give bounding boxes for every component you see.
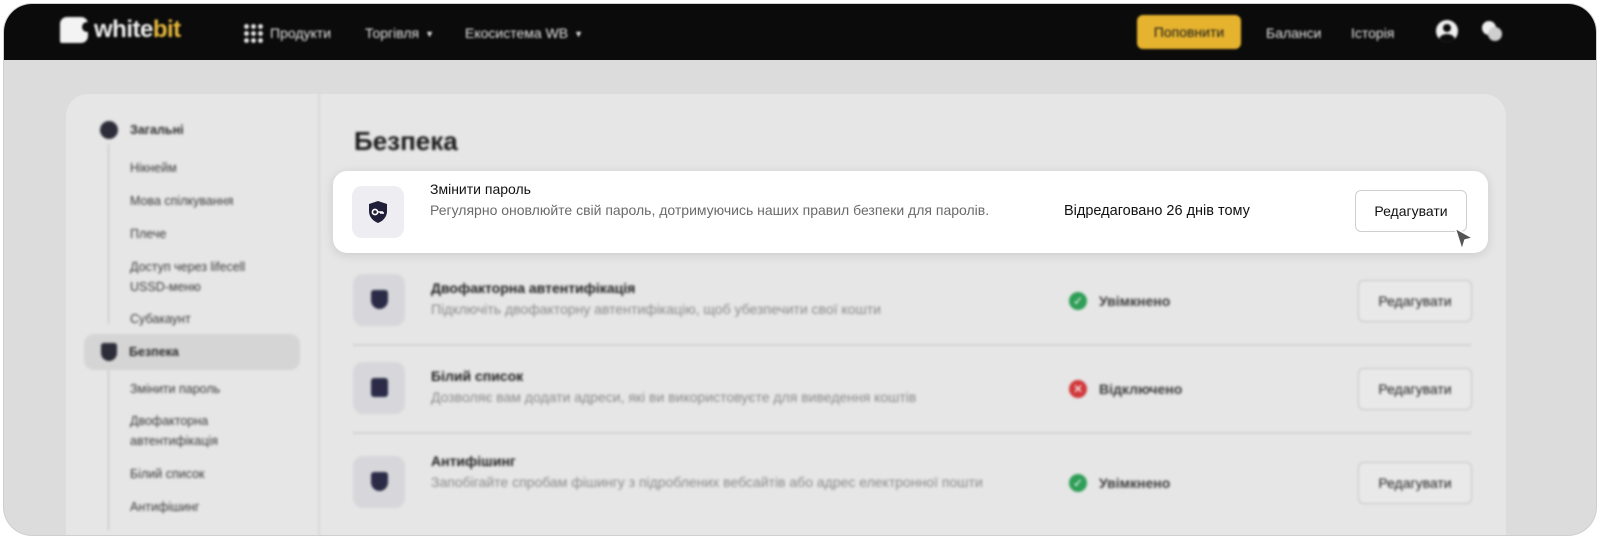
row-divider [353, 344, 1471, 346]
sidebar-tree-line [108, 370, 109, 530]
row-description: Дозволяє вам додати адреси, які ви викор… [431, 389, 917, 405]
user-profile-icon[interactable] [1436, 20, 1458, 42]
sidebar-item-change-password[interactable]: Змінити пароль [130, 379, 280, 399]
nav-balances[interactable]: Баланси [1266, 25, 1321, 41]
password-key-icon [352, 186, 404, 238]
sidebar-item-lifecell-ussd[interactable]: Доступ через lifecell USSD-меню [130, 257, 280, 297]
status-disabled: ✕ Відключено [1069, 380, 1182, 398]
sidebar-tree-line [108, 144, 109, 324]
sidebar-item-nickname[interactable]: Нікнейм [130, 158, 280, 178]
row-description: Підключіть двофакторну автентифікацію, щ… [431, 301, 881, 317]
row-title: Змінити пароль [430, 181, 531, 197]
shield-icon [101, 343, 117, 361]
app-window: whitebit Продукти Торгівля ▼ Екосистема W… [4, 4, 1596, 535]
check-circle-icon: ✓ [1069, 292, 1087, 310]
whitebit-logo[interactable]: whitebit [60, 16, 181, 44]
logo-wordmark: whitebit [94, 16, 181, 43]
row-description: Регулярно оновлюйте свій пароль, дотриму… [430, 202, 990, 218]
sidebar-item-antiphishing[interactable]: Антифішинг [130, 497, 280, 517]
sidebar-item-subaccount[interactable]: Субакаунт [130, 309, 280, 329]
apps-grid-icon[interactable] [243, 23, 263, 43]
mouse-cursor-icon [1454, 227, 1474, 251]
sidebar-item-whitelist[interactable]: Білий список [130, 464, 280, 484]
status-enabled: ✓ Увімкнено [1069, 292, 1170, 310]
edit-button[interactable]: Редагувати [1358, 368, 1472, 410]
row-divider [353, 432, 1471, 434]
check-circle-icon: ✓ [1069, 474, 1087, 492]
edit-password-button[interactable]: Редагувати [1355, 190, 1467, 232]
list-document-icon [353, 362, 405, 414]
x-circle-icon: ✕ [1069, 380, 1087, 398]
shield-check-icon [353, 456, 405, 508]
chevron-down-icon: ▼ [425, 29, 435, 39]
settings-sidebar: Загальні Нікнейм Мова спілкування Плече … [66, 94, 320, 535]
sidebar-item-2fa[interactable]: Двофакторна автентифікація [130, 411, 280, 451]
row-title: Двофакторна автентифікація [431, 280, 636, 296]
lock-icon [353, 274, 405, 326]
page-title: Безпека [354, 126, 458, 156]
security-row-change-password: Змінити пароль Регулярно оновлюйте свій … [333, 171, 1488, 253]
logo-mark-icon [60, 17, 92, 43]
edit-button[interactable]: Редагувати [1358, 462, 1472, 504]
nav-trading[interactable]: Торгівля ▼ [365, 25, 434, 41]
edit-button[interactable]: Редагувати [1358, 280, 1472, 322]
user-circle-icon [100, 121, 118, 139]
top-navigation: whitebit Продукти Торгівля ▼ Екосистема W… [4, 4, 1596, 60]
chevron-down-icon: ▼ [574, 29, 584, 39]
row-description: Запобігайте спробам фішингу з підроблени… [431, 474, 983, 490]
support-chat-icon[interactable] [1482, 21, 1502, 41]
row-title: Антифішинг [431, 453, 516, 469]
nav-history[interactable]: Історія [1351, 25, 1394, 41]
last-edited-text: Відредаговано 26 днів тому [1064, 203, 1250, 219]
deposit-button[interactable]: Поповнити [1137, 15, 1241, 49]
nav-ecosystem[interactable]: Екосистема WB ▼ [465, 25, 583, 41]
sidebar-item-security[interactable]: Безпека [100, 342, 179, 362]
sidebar-item-general[interactable]: Загальні [100, 120, 184, 140]
sidebar-item-language[interactable]: Мова спілкування [130, 191, 280, 211]
sidebar-item-leverage[interactable]: Плече [130, 224, 280, 244]
status-enabled: ✓ Увімкнено [1069, 474, 1170, 492]
nav-products[interactable]: Продукти [270, 25, 331, 41]
settings-card: Загальні Нікнейм Мова спілкування Плече … [66, 94, 1506, 535]
row-title: Білий список [431, 368, 524, 384]
